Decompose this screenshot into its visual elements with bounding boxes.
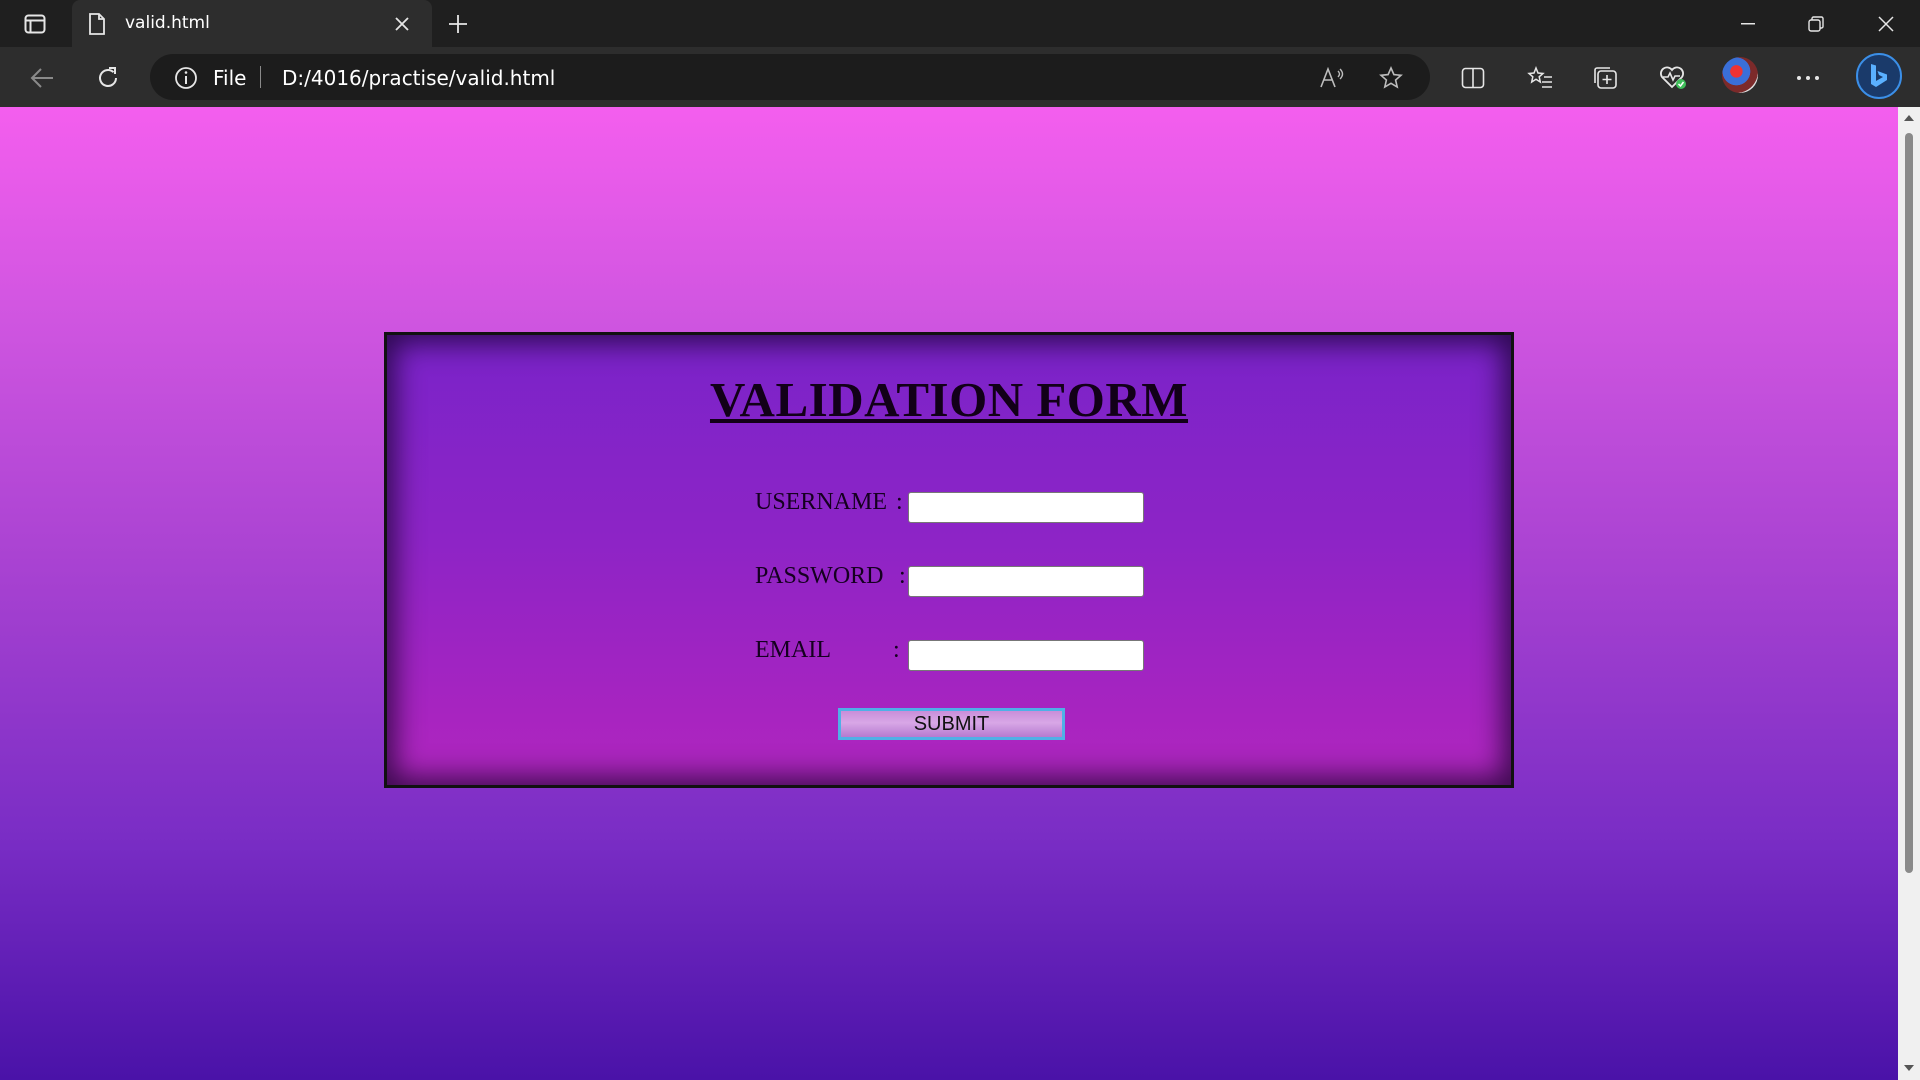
- scheme-label: File: [213, 66, 247, 90]
- username-colon: :: [896, 489, 903, 515]
- password-label: PASSWORD: [755, 563, 884, 589]
- new-tab-plus-icon[interactable]: [444, 10, 472, 38]
- favorite-star-icon[interactable]: [1377, 64, 1405, 92]
- scrollbar-thumb[interactable]: [1905, 133, 1913, 873]
- close-icon[interactable]: [390, 12, 414, 36]
- refresh-icon[interactable]: [91, 61, 125, 95]
- url-text[interactable]: D:/4016/practise/valid.html: [282, 66, 555, 90]
- scroll-up-arrow-icon[interactable]: [1902, 111, 1916, 125]
- form-title: VALIDATION FORM: [709, 372, 1189, 427]
- page-icon: [88, 13, 106, 40]
- bing-chat-icon[interactable]: [1856, 53, 1902, 99]
- site-info-icon[interactable]: [174, 66, 198, 95]
- restore-icon[interactable]: [1792, 8, 1840, 40]
- email-input[interactable]: [908, 640, 1144, 671]
- validation-form-card: VALIDATION FORM USERNAME : PASSWORD : EM…: [384, 332, 1514, 788]
- email-label: EMAIL: [755, 637, 831, 663]
- tab-title: valid.html: [125, 13, 210, 33]
- page-viewport: VALIDATION FORM USERNAME : PASSWORD : EM…: [0, 107, 1898, 1080]
- split-screen-icon[interactable]: [1456, 61, 1490, 95]
- password-colon: :: [899, 563, 906, 589]
- username-input[interactable]: [908, 492, 1144, 523]
- favorites-list-icon[interactable]: [1523, 61, 1557, 95]
- email-colon: :: [893, 637, 900, 663]
- window-close-icon[interactable]: [1862, 8, 1910, 40]
- more-options-icon[interactable]: [1791, 61, 1825, 95]
- password-input[interactable]: [908, 566, 1144, 597]
- username-label: USERNAME: [755, 489, 888, 515]
- read-aloud-icon[interactable]: [1318, 64, 1346, 92]
- back-arrow-icon[interactable]: [25, 61, 59, 95]
- browser-tab[interactable]: valid.html: [72, 0, 432, 47]
- scroll-down-arrow-icon[interactable]: [1902, 1061, 1916, 1075]
- address-divider: [260, 66, 261, 88]
- collections-icon[interactable]: [1589, 61, 1623, 95]
- title-bar: valid.html: [0, 0, 1920, 47]
- browser-essentials-heart-icon[interactable]: [1656, 61, 1690, 95]
- profile-avatar[interactable]: [1722, 57, 1758, 93]
- tab-actions-menu-icon[interactable]: [16, 9, 54, 39]
- browser-toolbar: File D:/4016/practise/valid.html: [0, 47, 1920, 107]
- submit-button[interactable]: SUBMIT: [838, 708, 1065, 740]
- address-bar[interactable]: File D:/4016/practise/valid.html: [150, 54, 1430, 100]
- page-scrollbar[interactable]: [1898, 107, 1920, 1080]
- minimize-icon[interactable]: [1724, 8, 1772, 40]
